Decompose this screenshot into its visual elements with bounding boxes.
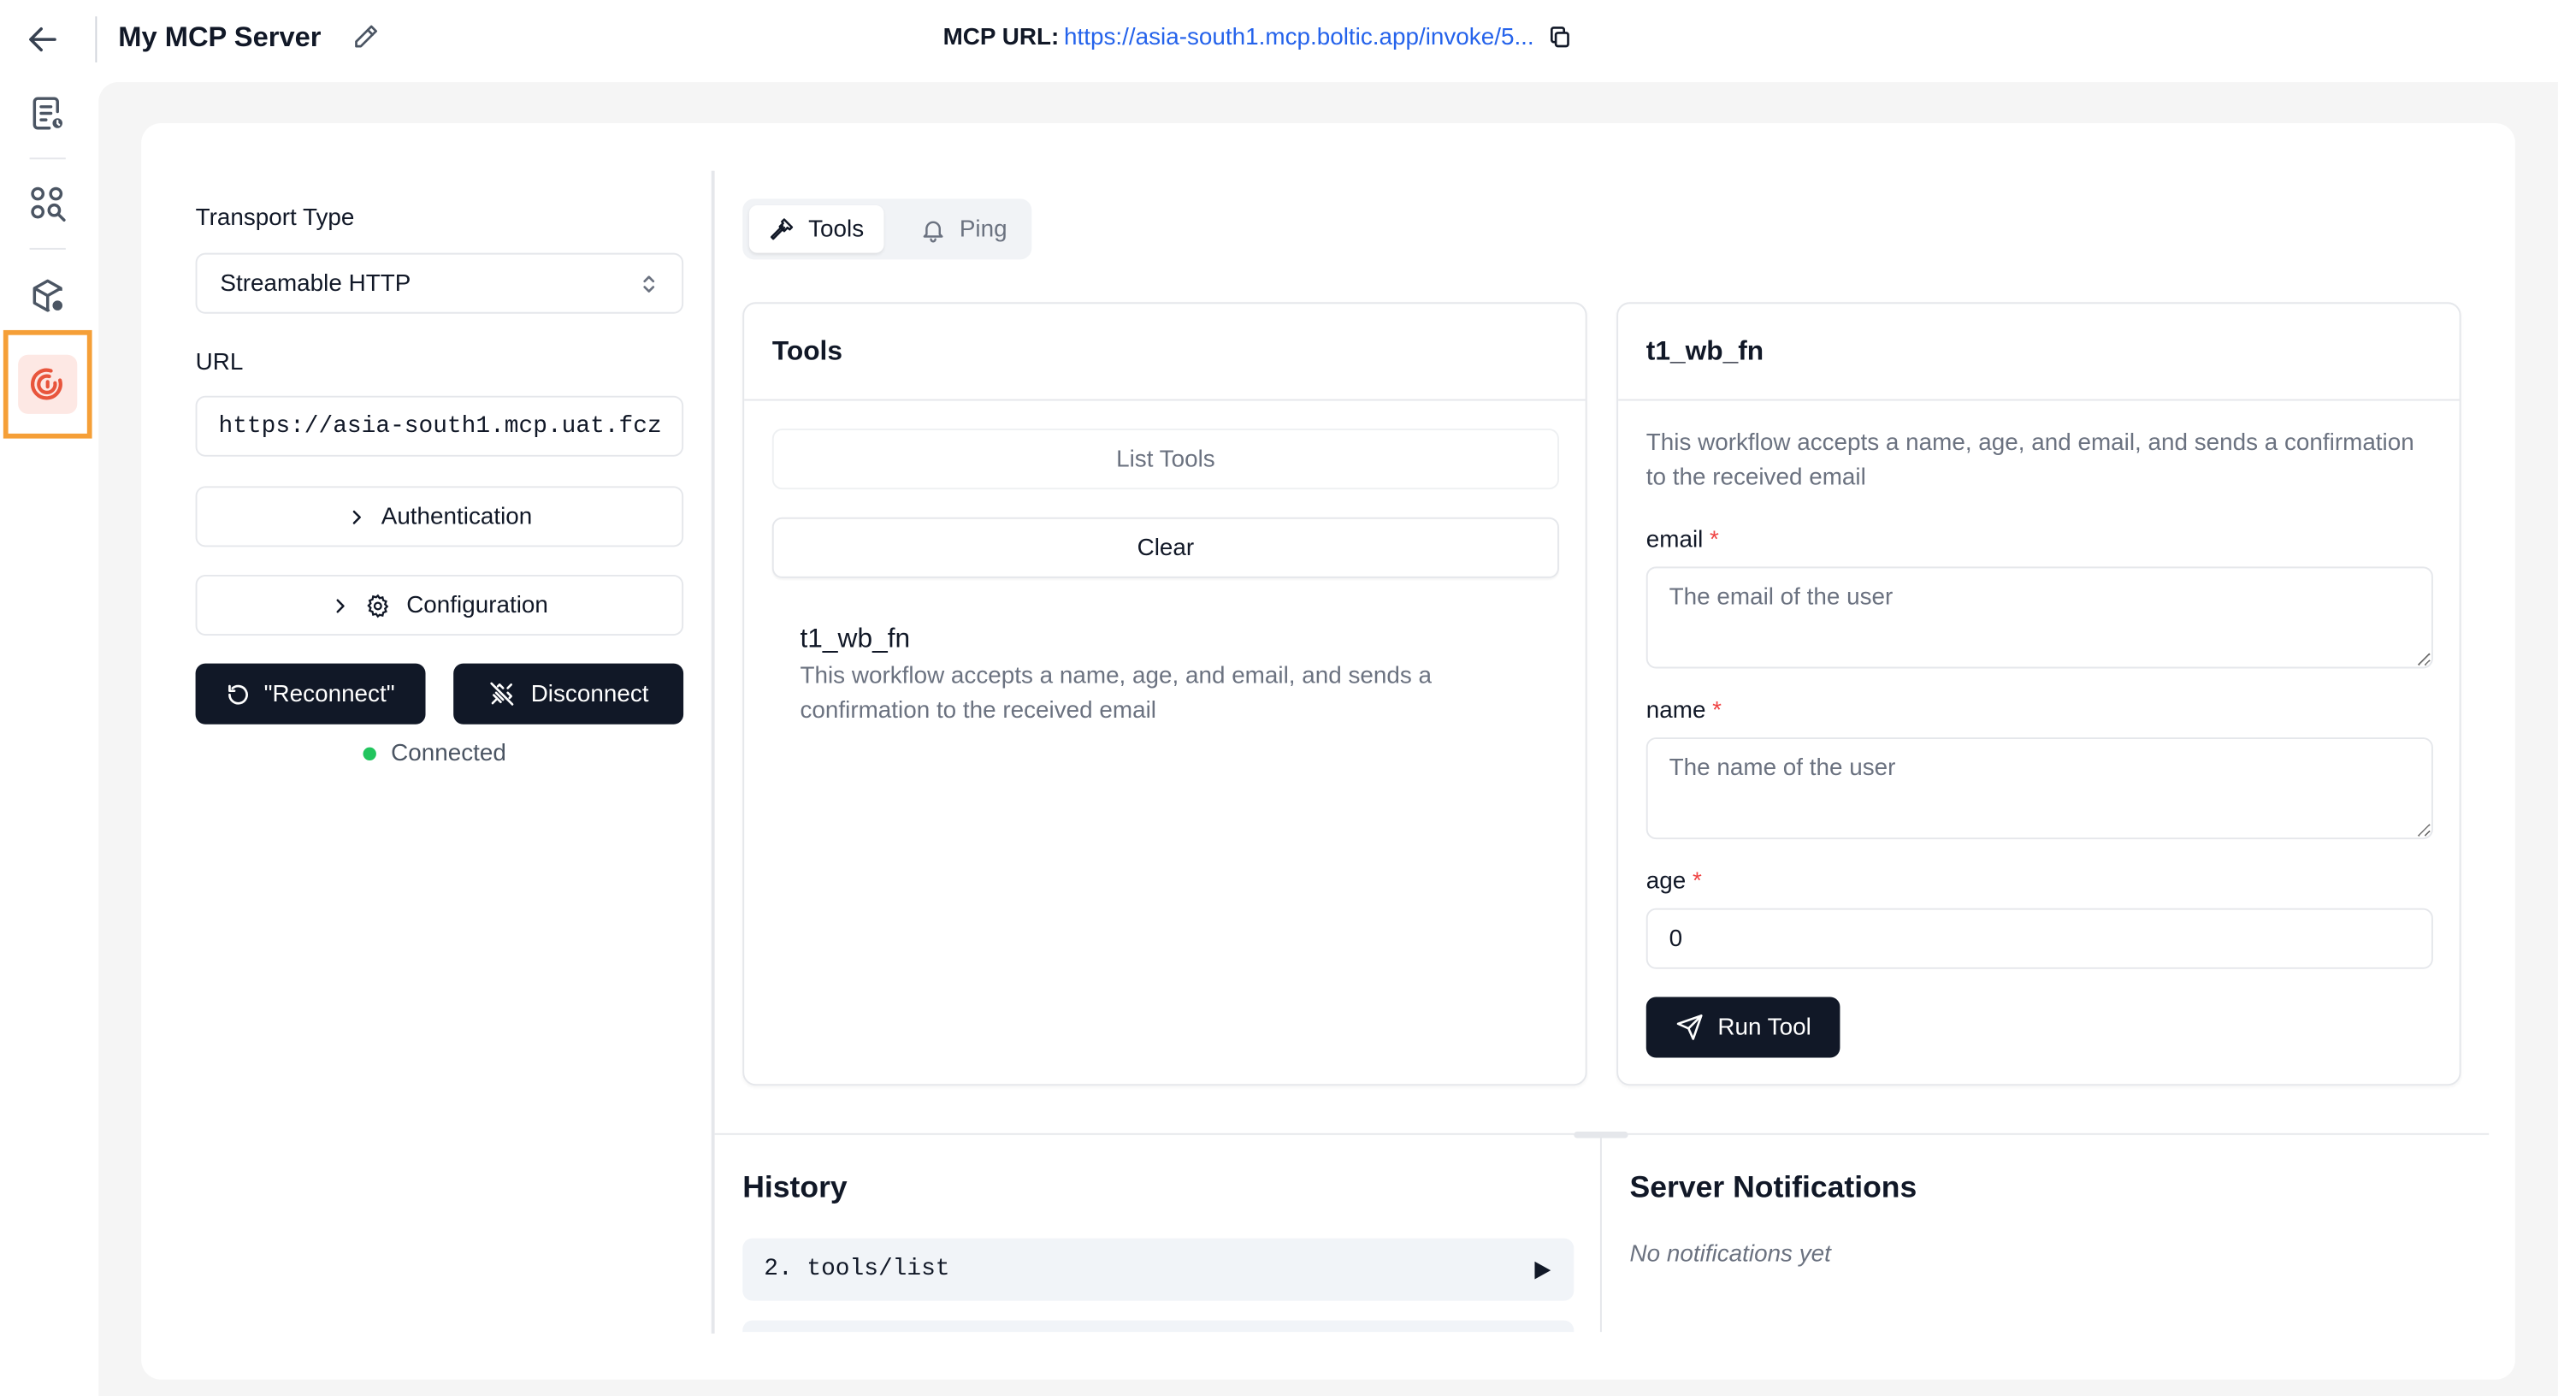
gear-icon	[368, 593, 390, 618]
tool-list-item[interactable]: t1_wb_fn This workflow accepts a name, a…	[800, 624, 1522, 730]
run-tool-button[interactable]: Run Tool	[1645, 997, 1840, 1058]
refresh-icon	[227, 683, 248, 704]
email-field[interactable]	[1645, 566, 2433, 669]
rail-explore[interactable]	[23, 179, 73, 228]
play-icon	[1534, 1260, 1551, 1279]
unplug-icon	[490, 682, 514, 706]
reconnect-button[interactable]: "Reconnect"	[195, 663, 426, 725]
rail-packages[interactable]	[23, 271, 73, 321]
header-divider	[95, 16, 97, 62]
tool-detail-panel: t1_wb_fn This workflow accepts a name, a…	[1616, 302, 2461, 1086]
url-label: URL	[195, 349, 244, 376]
inspector-tabs: Tools Ping	[742, 198, 1032, 260]
tools-panel-title: Tools	[744, 304, 1586, 401]
hammer-icon	[770, 217, 794, 240]
required-marker: *	[1712, 698, 1722, 725]
explore-search-icon	[31, 186, 66, 222]
pencil-icon	[355, 25, 378, 48]
bell-icon	[923, 220, 943, 242]
configuration-label: Configuration	[406, 592, 548, 618]
connection-status: Connected	[363, 741, 506, 767]
edit-name-button[interactable]	[352, 23, 381, 53]
history-item[interactable]	[742, 1320, 1575, 1333]
configuration-toggle[interactable]: Configuration	[195, 575, 684, 636]
logs-icon	[32, 97, 64, 130]
required-marker: *	[1710, 527, 1719, 554]
chevron-up-down-icon	[643, 275, 655, 292]
authentication-label: Authentication	[381, 503, 533, 530]
history-item[interactable]: 2. tools/list	[742, 1238, 1575, 1301]
tab-tools-label: Tools	[808, 216, 865, 243]
clear-tools-button[interactable]: Clear	[771, 517, 1559, 578]
arrow-left-icon	[29, 27, 56, 52]
bottom-column-divider	[1599, 1134, 1602, 1333]
rail-separator	[29, 157, 66, 160]
history-title: History	[742, 1169, 848, 1204]
authentication-toggle[interactable]: Authentication	[195, 486, 684, 547]
transport-type-select[interactable]: Streamable HTTP	[195, 252, 684, 314]
transport-type-label: Transport Type	[195, 205, 355, 232]
age-field-label: age *	[1645, 868, 1702, 896]
rail-logs[interactable]	[23, 89, 73, 139]
clear-label: Clear	[1137, 534, 1195, 561]
age-field[interactable]	[1645, 908, 2433, 969]
connection-status-text: Connected	[391, 740, 506, 767]
transport-type-value: Streamable HTTP	[220, 269, 411, 297]
tools-panel: Tools List Tools Clear t1_wb_fn This wor…	[742, 302, 1587, 1086]
tab-ping[interactable]: Ping	[901, 205, 1027, 253]
sidebar-divider	[711, 170, 715, 1334]
mcp-url-bar: MCP URL: https://asia-south1.mcp.boltic.…	[943, 25, 1574, 51]
server-notifications-title: Server Notifications	[1629, 1169, 1917, 1204]
tool-detail-title: t1_wb_fn	[1618, 304, 2460, 401]
copy-url-button[interactable]	[1547, 25, 1574, 51]
name-field-label: name *	[1645, 698, 1722, 725]
list-tools-label: List Tools	[1116, 446, 1215, 472]
status-dot-icon	[363, 747, 376, 760]
no-notifications-text: No notifications yet	[1629, 1241, 1831, 1269]
mcp-url-link[interactable]: https://asia-south1.mcp.boltic.app/invok…	[1064, 25, 1534, 51]
chevron-right-icon	[337, 598, 346, 612]
disconnect-label: Disconnect	[530, 680, 649, 707]
list-tools-button[interactable]: List Tools	[771, 429, 1559, 490]
mcp-url-label: MCP URL:	[942, 24, 1060, 51]
tool-name: t1_wb_fn	[800, 624, 911, 654]
package-settings-icon	[32, 279, 64, 312]
tab-tools[interactable]: Tools	[748, 205, 884, 253]
tool-description: This workflow accepts a name, age, and e…	[800, 663, 1433, 725]
send-icon	[1675, 1014, 1702, 1040]
name-field[interactable]	[1645, 737, 2433, 840]
history-item-text: 2. tools/list	[764, 1256, 950, 1283]
url-input[interactable]	[195, 395, 684, 457]
copy-icon	[1550, 27, 1569, 48]
server-name: My MCP Server	[118, 21, 322, 53]
email-field-label: email *	[1645, 527, 1719, 554]
tool-detail-description: This workflow accepts a name, age, and e…	[1645, 430, 2414, 492]
mcp-inspector-icon	[31, 368, 62, 400]
required-marker: *	[1692, 868, 1702, 896]
rail-mcp-inspector[interactable]	[18, 354, 78, 414]
disconnect-button[interactable]: Disconnect	[453, 663, 684, 725]
reconnect-label: "Reconnect"	[263, 680, 395, 707]
chevron-right-icon	[352, 509, 362, 524]
run-tool-label: Run Tool	[1717, 1014, 1811, 1041]
back-button[interactable]	[20, 16, 66, 62]
tab-ping-label: Ping	[959, 216, 1007, 243]
rail-separator	[29, 247, 66, 250]
